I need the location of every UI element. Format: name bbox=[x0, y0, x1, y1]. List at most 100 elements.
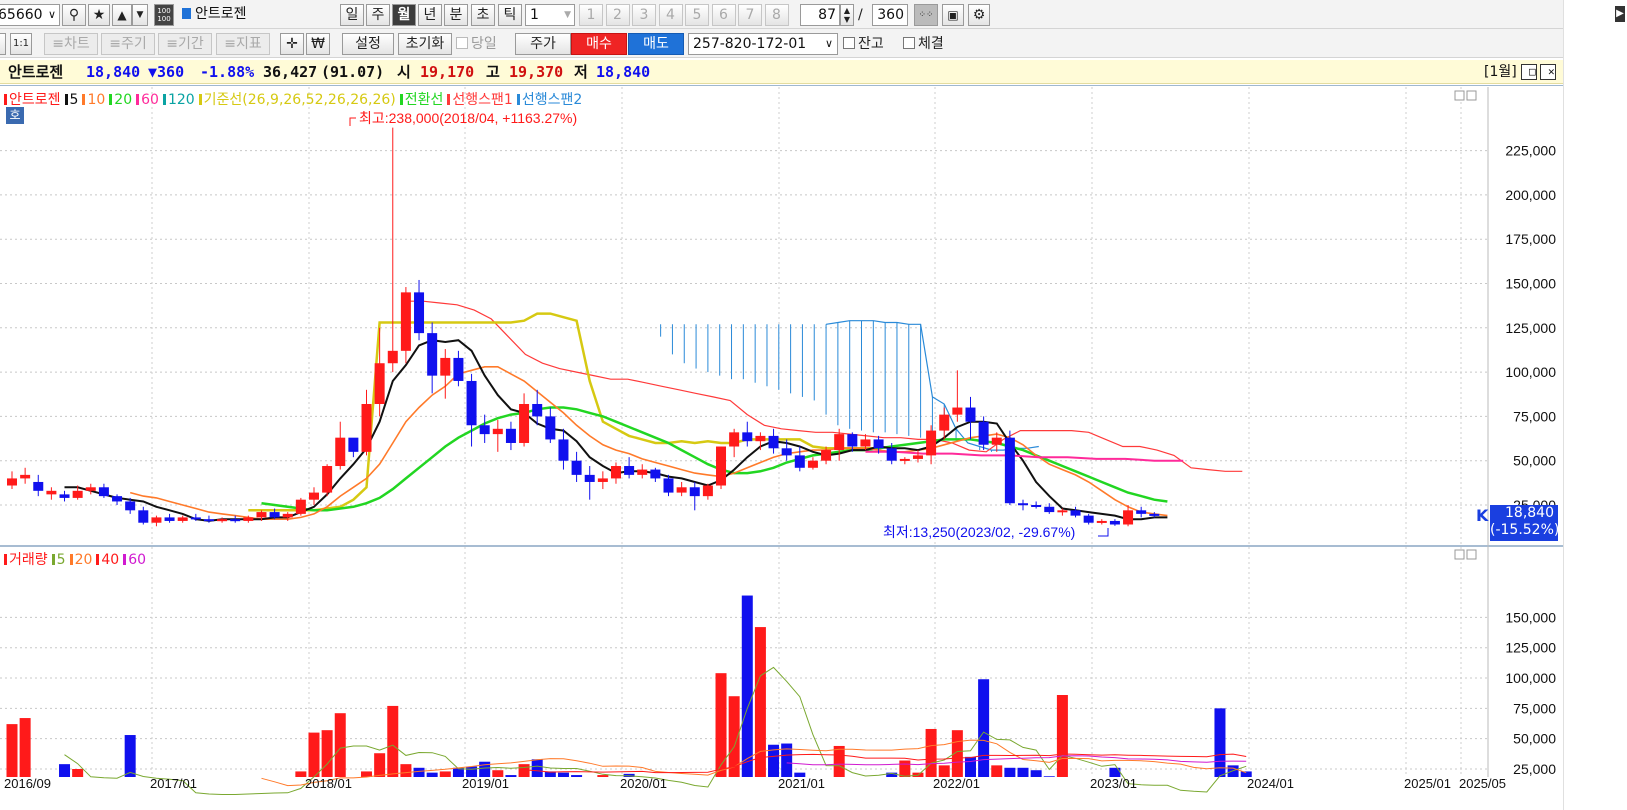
period-tab-3[interactable]: 월 bbox=[392, 4, 416, 26]
buy-button[interactable]: 매수 bbox=[571, 33, 627, 55]
chart-window: 65660 ∨ ⚲ ★ ▲ ▼ 100 100 안트로젠 1 ▼ 87 ▲ ▼ / 36… bbox=[0, 0, 1627, 810]
price-legend-item[interactable]: 안트로젠 bbox=[4, 92, 61, 108]
volume-legend-item[interactable]: 거래량 bbox=[4, 552, 48, 568]
save-button[interactable]: ▣ bbox=[942, 4, 964, 26]
k-marker-icon: K bbox=[1476, 506, 1489, 525]
volume-bar bbox=[439, 771, 451, 777]
price-legend-item[interactable]: 선행스팬1 bbox=[447, 92, 512, 108]
candle-body bbox=[492, 428, 503, 435]
panel-control-icon bbox=[1454, 549, 1465, 560]
price-legend-item[interactable]: 120 bbox=[163, 92, 195, 108]
execution-checkbox[interactable]: 체결 bbox=[903, 34, 944, 54]
period-tab-5[interactable]: 분 bbox=[444, 4, 468, 26]
preset-button-5[interactable]: 5 bbox=[685, 4, 709, 26]
chart-area[interactable]: 225,000 200,000 175,000 150,000 125,000 100,0… bbox=[0, 85, 1563, 810]
price-legend-item[interactable]: 기준선(26,9,26,52,26,26,26) bbox=[199, 92, 396, 108]
settings-text-button[interactable]: 설정 bbox=[342, 33, 394, 55]
price-legend-item[interactable]: 선행스팬2 bbox=[517, 92, 582, 108]
triangle-down-icon[interactable]: ▼ bbox=[564, 5, 571, 25]
scroll-button[interactable]: ⁘⁘ bbox=[914, 4, 938, 26]
period-tab-4[interactable]: 년 bbox=[418, 4, 442, 26]
price-legend-item[interactable]: 전환선 bbox=[400, 92, 444, 108]
quote-low-label: 저 bbox=[574, 63, 588, 81]
crosshair-button[interactable]: ✛ bbox=[280, 33, 304, 55]
x-tick-label: 2023/01 bbox=[1090, 776, 1137, 791]
price-legend-item[interactable]: 60 bbox=[136, 92, 159, 108]
count-input[interactable]: 87 bbox=[800, 4, 840, 26]
candle-body bbox=[453, 357, 464, 381]
price-button[interactable]: 주가 bbox=[515, 33, 571, 55]
panel-toggle[interactable] bbox=[0, 33, 6, 55]
volume-bar bbox=[1030, 770, 1042, 777]
quote-volume: 36,427 bbox=[263, 63, 318, 81]
price-legend-item[interactable]: 20 bbox=[109, 92, 132, 108]
close-button[interactable]: ✕ bbox=[1540, 64, 1556, 80]
volume-tick-label: 150,000 bbox=[1505, 609, 1556, 625]
function-tab-1[interactable]: ≡차트 bbox=[44, 33, 98, 55]
volume-legend-item[interactable]: 60 bbox=[123, 552, 146, 568]
checkbox-icon bbox=[903, 37, 915, 49]
price-tick-label: 150,000 bbox=[1505, 276, 1556, 292]
today-checkbox[interactable]: 당일 bbox=[456, 34, 497, 54]
period-tab-6[interactable]: 초 bbox=[471, 4, 495, 26]
close-icon: ✕ bbox=[1548, 65, 1555, 78]
function-tab-3[interactable]: ≡기간 bbox=[158, 33, 212, 55]
reset-button[interactable]: 초기화 bbox=[398, 33, 452, 55]
account-select[interactable]: 257-820-172-01 ∨ bbox=[688, 33, 838, 55]
x-tick-label: 2025/05 bbox=[1459, 776, 1506, 791]
preset-button-7[interactable]: 7 bbox=[738, 4, 762, 26]
hoga-tag-label: 호 bbox=[9, 108, 21, 122]
stock-code-input[interactable]: 65660 ∨ bbox=[0, 4, 60, 26]
preset-button-1[interactable]: 1 bbox=[579, 4, 603, 26]
candle-body bbox=[676, 487, 687, 493]
chevron-down-icon[interactable]: ∨ bbox=[48, 5, 56, 25]
settings-button[interactable]: ⚙ bbox=[968, 4, 990, 26]
volume-bar bbox=[374, 753, 386, 777]
volume-legend-item[interactable]: 40 bbox=[96, 552, 119, 568]
ratio-button[interactable]: 1:1 bbox=[10, 33, 32, 55]
price-panel-bg bbox=[0, 87, 1488, 547]
preset-button-2[interactable]: 2 bbox=[605, 4, 630, 26]
volume-legend-item[interactable]: 5 bbox=[52, 552, 66, 568]
function-tab-2[interactable]: ≡주기 bbox=[101, 33, 155, 55]
preset-button-4[interactable]: 4 bbox=[658, 4, 683, 26]
chart-canvas[interactable]: 225,000 200,000 175,000 150,000 125,000 100,0… bbox=[0, 86, 1563, 810]
chevron-down-icon[interactable]: ∨ bbox=[825, 34, 833, 54]
total-input[interactable]: 360 bbox=[872, 4, 908, 26]
volume-bar bbox=[964, 756, 976, 777]
candle-body bbox=[939, 414, 950, 431]
candle-body bbox=[217, 519, 228, 522]
favorite-button[interactable]: ★ bbox=[88, 4, 110, 26]
won-button[interactable]: ₩ bbox=[306, 33, 330, 55]
candle-body bbox=[1083, 515, 1094, 523]
expand-right-icon[interactable]: ▶ bbox=[1615, 6, 1625, 22]
price-legend-item[interactable]: 10 bbox=[82, 92, 105, 108]
candle-body bbox=[33, 481, 44, 491]
search-button[interactable]: ⚲ bbox=[62, 4, 86, 26]
balance-checkbox[interactable]: 잔고 bbox=[843, 34, 884, 54]
preset-button-6[interactable]: 6 bbox=[711, 4, 736, 26]
volume-legend-item[interactable]: 20 bbox=[70, 552, 93, 568]
sell-button[interactable]: 매도 bbox=[628, 33, 684, 55]
group-button[interactable]: ▲ bbox=[112, 4, 132, 26]
price-legend-item[interactable]: 5 bbox=[65, 92, 79, 108]
candle-body bbox=[1149, 513, 1160, 516]
candle-body bbox=[505, 428, 516, 443]
preset-button-3[interactable]: 3 bbox=[632, 4, 656, 26]
count-spinner[interactable]: ▲ ▼ bbox=[840, 4, 854, 26]
current-price-marker: 18,840 (-15.52%) bbox=[1490, 505, 1559, 541]
period-tab-1[interactable]: 일 bbox=[340, 4, 364, 26]
tick-value-input[interactable]: 1 ▼ bbox=[525, 4, 575, 26]
quote-open: 19,170 bbox=[420, 63, 475, 81]
stock-name-field[interactable]: 안트로젠 bbox=[178, 4, 334, 26]
group-dropdown[interactable]: ▼ bbox=[132, 4, 148, 26]
maximize-button[interactable]: □ bbox=[1521, 64, 1537, 80]
function-tab-4[interactable]: ≡지표 bbox=[216, 33, 270, 55]
period-tab-2[interactable]: 주 bbox=[366, 4, 390, 26]
period-tab-7[interactable]: 틱 bbox=[498, 4, 522, 26]
preset-button-8[interactable]: 8 bbox=[764, 4, 789, 26]
hundred-icon[interactable]: 100 100 bbox=[154, 4, 174, 26]
volume-bar bbox=[413, 767, 425, 777]
hoga-tag[interactable]: 호 bbox=[6, 107, 24, 124]
candle-body bbox=[650, 469, 661, 479]
